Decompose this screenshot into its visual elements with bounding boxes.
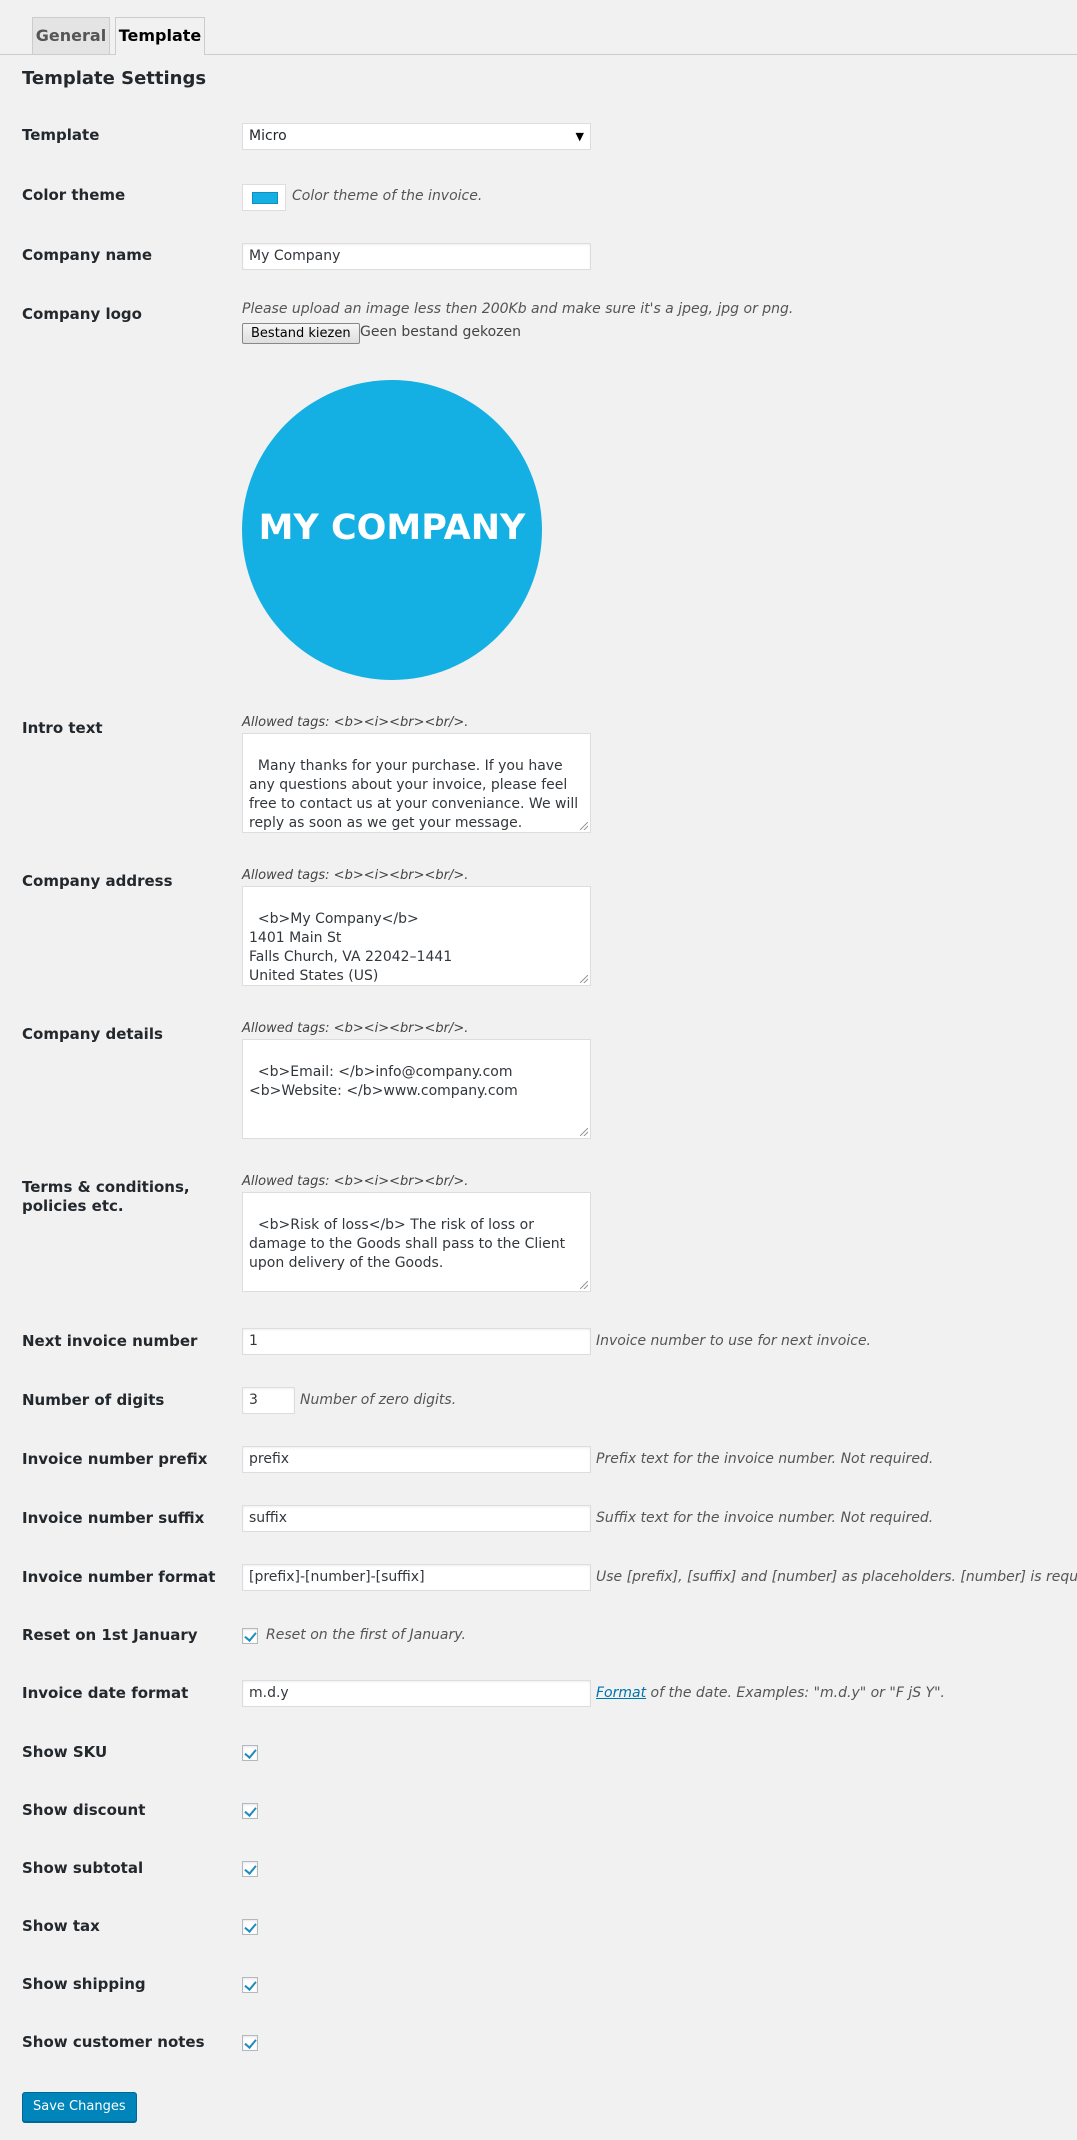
number-of-digits-input[interactable]: 3 bbox=[242, 1387, 295, 1414]
company-name-input[interactable]: My Company bbox=[242, 243, 591, 270]
page-title: Template Settings bbox=[22, 68, 207, 89]
checkmark-icon bbox=[244, 1920, 257, 1933]
date-format-input[interactable]: m.d.y bbox=[242, 1680, 591, 1707]
logo-text: MY COMPANY bbox=[258, 508, 526, 548]
company-address-textarea[interactable]: <b>My Company</b> 1401 Main St Falls Chu… bbox=[242, 886, 591, 986]
number-of-digits-label: Number of digits bbox=[22, 1391, 165, 1409]
show-customer-notes-label: Show customer notes bbox=[22, 2033, 205, 2051]
company-address-label: Company address bbox=[22, 872, 173, 890]
file-status: Geen bestand gekozen bbox=[360, 324, 521, 340]
show-tax-label: Show tax bbox=[22, 1917, 100, 1935]
save-changes-button[interactable]: Save Changes bbox=[22, 2092, 137, 2122]
number-of-digits-description: Number of zero digits. bbox=[300, 1392, 457, 1408]
company-address-allowed-tags: Allowed tags: <b><i><br><br/>. bbox=[242, 868, 469, 883]
resize-handle-icon[interactable] bbox=[580, 1128, 588, 1136]
invoice-suffix-description: Suffix text for the invoice number. Not … bbox=[596, 1510, 934, 1526]
show-subtotal-label: Show subtotal bbox=[22, 1859, 144, 1877]
reset-january-label: Reset on 1st January bbox=[22, 1626, 198, 1644]
next-invoice-number-description: Invoice number to use for next invoice. bbox=[596, 1333, 872, 1349]
invoice-suffix-label: Invoice number suffix bbox=[22, 1509, 205, 1527]
invoice-prefix-description: Prefix text for the invoice number. Not … bbox=[596, 1451, 934, 1467]
date-format-description-text: of the date. Examples: "m.d.y" or "F jS … bbox=[646, 1685, 946, 1701]
template-select-value: Micro bbox=[249, 128, 287, 144]
invoice-format-input[interactable]: [prefix]-[number]-[suffix] bbox=[242, 1564, 591, 1591]
intro-text-value: Many thanks for your purchase. If you ha… bbox=[249, 758, 583, 831]
color-theme-label: Color theme bbox=[22, 186, 126, 204]
show-sku-checkbox[interactable] bbox=[242, 1745, 258, 1761]
intro-text-textarea[interactable]: Many thanks for your purchase. If you ha… bbox=[242, 733, 591, 833]
invoice-prefix-input[interactable]: prefix bbox=[242, 1446, 591, 1473]
checkmark-icon bbox=[244, 1978, 257, 1991]
terms-value: <b>Risk of loss</b> The risk of loss or … bbox=[249, 1217, 570, 1271]
resize-handle-icon[interactable] bbox=[580, 1281, 588, 1289]
company-details-textarea[interactable]: <b>Email: </b>info@company.com <b>Websit… bbox=[242, 1039, 591, 1139]
invoice-format-description: Use [prefix], [suffix] and [number] as p… bbox=[596, 1569, 1077, 1585]
company-name-label: Company name bbox=[22, 246, 153, 264]
checkmark-icon bbox=[244, 1862, 257, 1875]
intro-text-label: Intro text bbox=[22, 719, 103, 737]
show-discount-label: Show discount bbox=[22, 1801, 146, 1819]
reset-january-description: Reset on the first of January. bbox=[266, 1627, 466, 1643]
choose-file-button[interactable]: Bestand kiezen bbox=[242, 323, 360, 344]
invoice-suffix-input[interactable]: suffix bbox=[242, 1505, 591, 1532]
company-logo-image: MY COMPANY bbox=[242, 380, 542, 680]
checkmark-icon bbox=[244, 1804, 257, 1817]
company-details-label: Company details bbox=[22, 1025, 163, 1043]
color-theme-description: Color theme of the invoice. bbox=[292, 188, 483, 204]
show-tax-checkbox[interactable] bbox=[242, 1919, 258, 1935]
checkmark-icon bbox=[244, 1746, 257, 1759]
company-logo-label: Company logo bbox=[22, 305, 142, 323]
color-picker-button[interactable] bbox=[242, 184, 286, 211]
show-shipping-checkbox[interactable] bbox=[242, 1977, 258, 1993]
show-shipping-label: Show shipping bbox=[22, 1975, 146, 1993]
show-sku-label: Show SKU bbox=[22, 1743, 108, 1761]
next-invoice-number-input[interactable]: 1 bbox=[242, 1328, 591, 1355]
company-logo-description: Please upload an image less then 200Kb a… bbox=[242, 301, 794, 317]
company-details-value: <b>Email: </b>info@company.com <b>Websit… bbox=[249, 1064, 518, 1099]
show-subtotal-checkbox[interactable] bbox=[242, 1861, 258, 1877]
invoice-format-label: Invoice number format bbox=[22, 1568, 216, 1586]
next-invoice-number-label: Next invoice number bbox=[22, 1332, 198, 1350]
nav-tabs: General Template bbox=[0, 0, 1077, 55]
tab-template[interactable]: Template bbox=[115, 17, 205, 55]
chevron-down-icon: ▼ bbox=[575, 130, 584, 143]
invoice-prefix-label: Invoice number prefix bbox=[22, 1450, 208, 1468]
company-address-value: <b>My Company</b> 1401 Main St Falls Chu… bbox=[249, 911, 453, 984]
intro-text-allowed-tags: Allowed tags: <b><i><br><br/>. bbox=[242, 715, 469, 730]
terms-textarea[interactable]: <b>Risk of loss</b> The risk of loss or … bbox=[242, 1192, 591, 1292]
checkmark-icon bbox=[244, 1629, 257, 1642]
checkmark-icon bbox=[244, 2036, 257, 2049]
template-label: Template bbox=[22, 126, 100, 144]
tab-general[interactable]: General bbox=[32, 17, 110, 54]
terms-allowed-tags: Allowed tags: <b><i><br><br/>. bbox=[242, 1174, 469, 1189]
terms-label: Terms & conditions, policies etc. bbox=[22, 1178, 190, 1215]
resize-handle-icon[interactable] bbox=[580, 822, 588, 830]
color-swatch bbox=[252, 192, 278, 204]
reset-january-checkbox[interactable] bbox=[242, 1628, 258, 1644]
date-format-description: Format of the date. Examples: "m.d.y" or… bbox=[596, 1684, 945, 1703]
show-discount-checkbox[interactable] bbox=[242, 1803, 258, 1819]
company-details-allowed-tags: Allowed tags: <b><i><br><br/>. bbox=[242, 1021, 469, 1036]
date-format-link[interactable]: Format bbox=[596, 1685, 646, 1701]
date-format-label: Invoice date format bbox=[22, 1684, 189, 1702]
template-select[interactable]: Micro ▼ bbox=[242, 123, 591, 150]
show-customer-notes-checkbox[interactable] bbox=[242, 2035, 258, 2051]
resize-handle-icon[interactable] bbox=[580, 975, 588, 983]
